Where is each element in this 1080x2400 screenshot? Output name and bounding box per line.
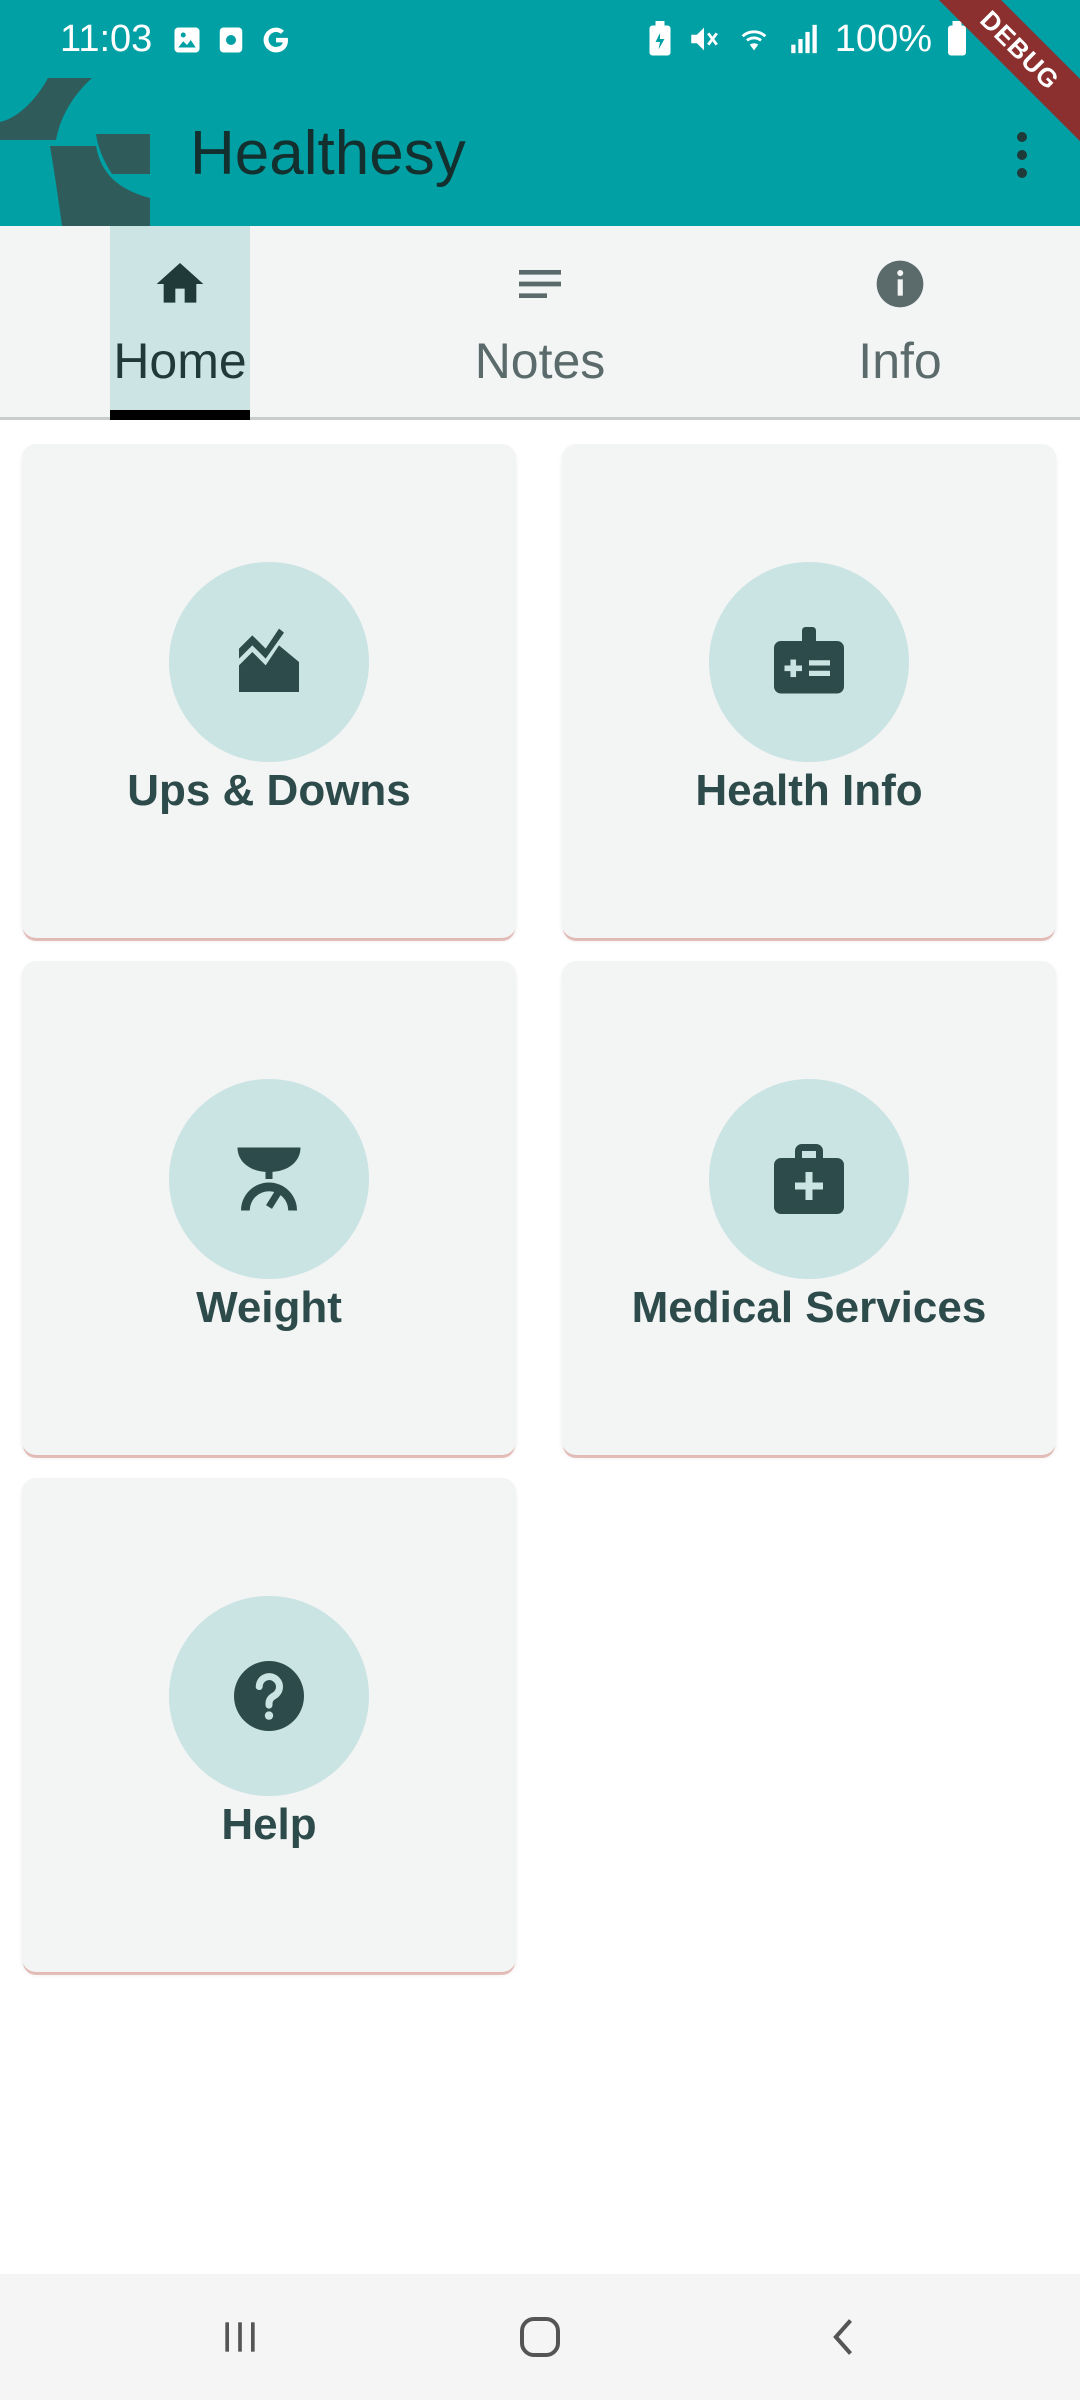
- mute-icon: [691, 27, 718, 51]
- icon-circle: [709, 562, 909, 762]
- icon-circle: [169, 562, 369, 762]
- info-icon: [876, 260, 924, 308]
- image-icon: [174, 27, 200, 53]
- battery-percent: 100%: [834, 17, 932, 60]
- status-bar: 11:03 100%: [0, 0, 1080, 78]
- tab-home-label: Home: [113, 333, 247, 389]
- card-medical-services[interactable]: Medical Services: [562, 961, 1056, 1455]
- card-label: Help: [221, 1800, 317, 1849]
- app-title: Healthesy: [190, 119, 466, 188]
- tab-indicator: [110, 410, 250, 420]
- more-vert-icon[interactable]: [1004, 128, 1040, 182]
- tab-bar: Home Notes Info: [0, 226, 1080, 420]
- tab-notes-label: Notes: [474, 333, 606, 389]
- system-nav-bar: [0, 2274, 1080, 2400]
- signal-icon: [791, 24, 817, 54]
- tab-home[interactable]: Home: [110, 226, 250, 420]
- card-label: Medical Services: [631, 1283, 987, 1332]
- status-left-icons: [172, 22, 292, 58]
- wifi-icon: [741, 30, 767, 51]
- card-label: Weight: [196, 1283, 342, 1332]
- card-help[interactable]: Help: [22, 1478, 516, 1972]
- battery-saver-icon: [649, 21, 671, 56]
- scale-icon: [237, 1147, 301, 1211]
- home-icon: [156, 263, 204, 303]
- tab-info-label: Info: [858, 333, 942, 389]
- icon-circle: [169, 1079, 369, 1279]
- app-screen: 11:03 100% DEBUG Healthesy Home Notes In…: [0, 0, 1080, 2400]
- medical-kit-icon: [774, 1144, 844, 1214]
- tab-info[interactable]: Info: [820, 226, 980, 420]
- icon-circle: [169, 1596, 369, 1796]
- card-label: Ups & Downs: [127, 766, 411, 815]
- medical-id-icon: [774, 627, 844, 694]
- nav-home-icon[interactable]: [500, 2304, 580, 2370]
- notes-icon: [519, 270, 561, 298]
- icon-circle: [709, 1079, 909, 1279]
- card-health-info[interactable]: Health Info: [562, 444, 1056, 938]
- back-icon[interactable]: [805, 2304, 885, 2370]
- tab-notes[interactable]: Notes: [460, 226, 620, 420]
- help-icon: [234, 1661, 304, 1731]
- status-time: 11:03: [60, 18, 153, 60]
- healthesy-logo: [0, 78, 150, 226]
- top-bar: 11:03 100% DEBUG Healthesy: [0, 0, 1080, 226]
- status-right-icons: 100%: [647, 18, 968, 60]
- card-ups-downs[interactable]: Ups & Downs: [22, 444, 516, 938]
- app-bar: Healthesy: [0, 78, 1080, 226]
- card-label: Health Info: [695, 766, 923, 815]
- google-g-icon: [263, 27, 288, 53]
- chart-icon: [239, 628, 299, 692]
- screen-record-icon: [219, 27, 243, 53]
- recents-icon[interactable]: [200, 2304, 280, 2370]
- card-weight[interactable]: Weight: [22, 961, 516, 1455]
